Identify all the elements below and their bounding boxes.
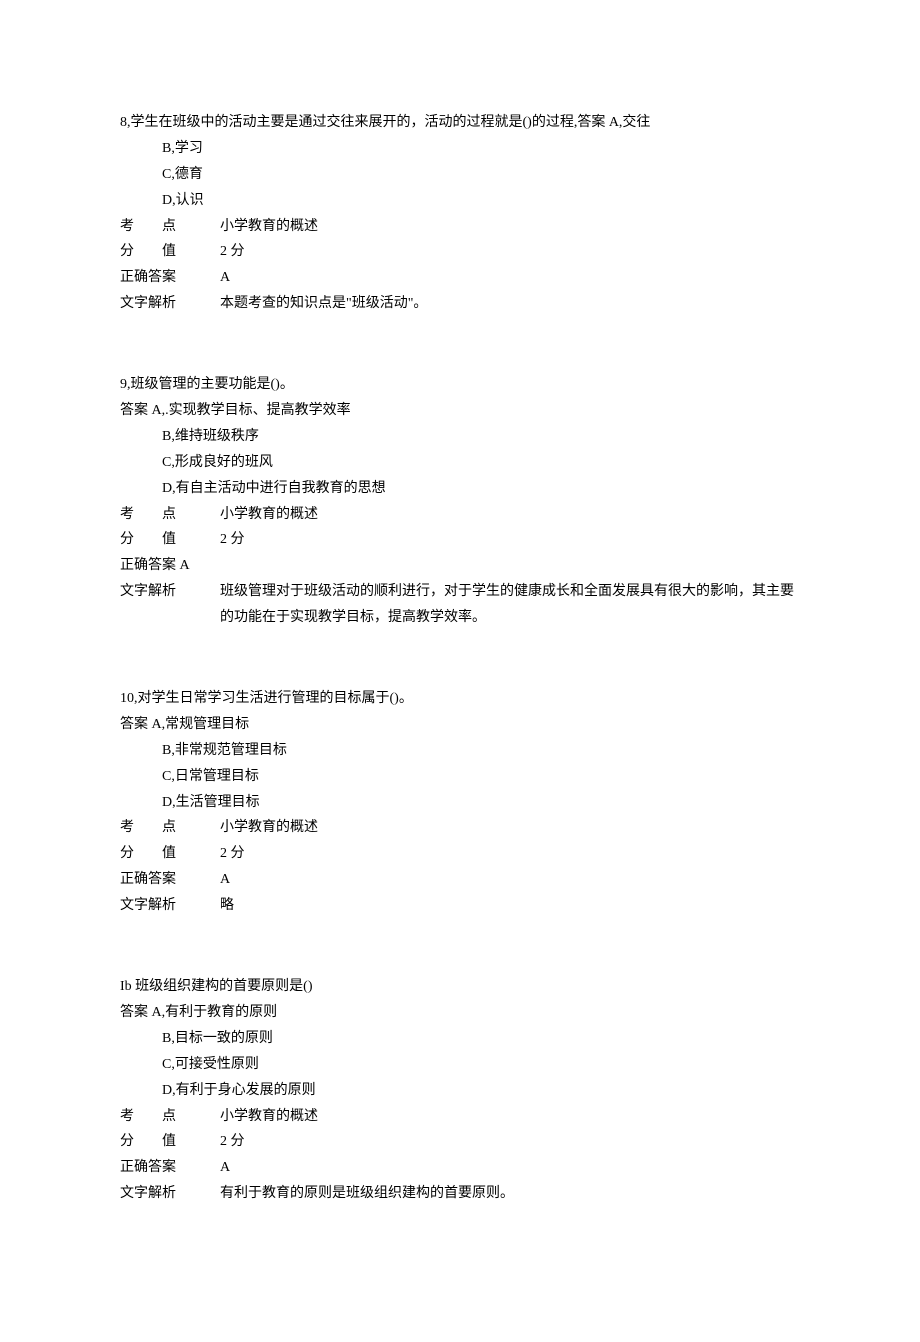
kaodian-row: 考 点 小学教育的概述 xyxy=(120,502,800,528)
option-a: 答案 A,有利于教育的原则 xyxy=(120,1000,800,1026)
jiexi-row: 文字解析 略 xyxy=(120,893,800,919)
question-9: 9,班级管理的主要功能是()。 答案 A,.实现教学目标、提高教学效率 B,维持… xyxy=(120,372,800,631)
option-b: B,学习 xyxy=(120,136,800,162)
option-d: D,生活管理目标 xyxy=(120,790,800,816)
kaodian-value: 小学教育的概述 xyxy=(220,1104,800,1130)
jiexi-label: 文字解析 xyxy=(120,579,220,631)
question-10: 10,对学生日常学习生活进行管理的目标属于()。 答案 A,常规管理目标 B,非… xyxy=(120,686,800,919)
question-stem: 9,班级管理的主要功能是()。 xyxy=(120,372,800,398)
option-c: C,德育 xyxy=(120,162,800,188)
fenzhi-row: 分 值 2 分 xyxy=(120,1129,800,1155)
answer-value: A xyxy=(220,265,800,291)
q-num: 8 xyxy=(120,115,127,130)
q-stem: 对学生日常学习生活进行管理的目标属于()。 xyxy=(138,691,413,706)
answer-value: A xyxy=(220,867,800,893)
answer-value: A xyxy=(220,1155,800,1181)
kaodian-label: 考 点 xyxy=(120,1104,220,1130)
option-a: 答案 A,常规管理目标 xyxy=(120,712,800,738)
question-11: Ib 班级组织建构的首要原则是() 答案 A,有利于教育的原则 B,目标一致的原… xyxy=(120,974,800,1207)
q-num: 10 xyxy=(120,691,134,706)
fenzhi-row: 分 值 2 分 xyxy=(120,841,800,867)
fenzhi-row: 分 值 2 分 xyxy=(120,527,800,553)
q-stem: 班级组织建构的首要原则是() xyxy=(135,979,312,994)
q-stem: 班级管理的主要功能是()。 xyxy=(131,377,294,392)
fenzhi-label: 分 值 xyxy=(120,841,220,867)
kaodian-row: 考 点 小学教育的概述 xyxy=(120,1104,800,1130)
jiexi-row: 文字解析 班级管理对于班级活动的顺利进行，对于学生的健康成长和全面发展具有很大的… xyxy=(120,579,800,631)
jiexi-label: 文字解析 xyxy=(120,893,220,919)
kaodian-value: 小学教育的概述 xyxy=(220,502,800,528)
jiexi-value: 有利于教育的原则是班级组织建构的首要原则。 xyxy=(220,1181,800,1207)
answer-row: 正确答案 A xyxy=(120,553,800,579)
option-a: 答案 A,.实现教学目标、提高教学效率 xyxy=(120,398,800,424)
answer-label: 正确答案 xyxy=(120,867,220,893)
answer-row: 正确答案 A xyxy=(120,1155,800,1181)
kaodian-label: 考 点 xyxy=(120,214,220,240)
q-num: Ib xyxy=(120,979,132,994)
kaodian-row: 考 点 小学教育的概述 xyxy=(120,815,800,841)
fenzhi-label: 分 值 xyxy=(120,1129,220,1155)
fenzhi-label: 分 值 xyxy=(120,239,220,265)
kaodian-value: 小学教育的概述 xyxy=(220,214,800,240)
option-c: C,日常管理目标 xyxy=(120,764,800,790)
fenzhi-value: 2 分 xyxy=(220,527,800,553)
kaodian-label: 考 点 xyxy=(120,815,220,841)
kaodian-label: 考 点 xyxy=(120,502,220,528)
option-c: C,可接受性原则 xyxy=(120,1052,800,1078)
jiexi-row: 文字解析 有利于教育的原则是班级组织建构的首要原则。 xyxy=(120,1181,800,1207)
kaodian-value: 小学教育的概述 xyxy=(220,815,800,841)
jiexi-value: 班级管理对于班级活动的顺利进行，对于学生的健康成长和全面发展具有很大的影响，其主… xyxy=(220,579,800,631)
jiexi-label: 文字解析 xyxy=(120,1181,220,1207)
fenzhi-label: 分 值 xyxy=(120,527,220,553)
option-d: D,认识 xyxy=(120,188,800,214)
question-stem: Ib 班级组织建构的首要原则是() xyxy=(120,974,800,1000)
option-c: C,形成良好的班风 xyxy=(120,450,800,476)
answer-row: 正确答案 A xyxy=(120,265,800,291)
q-stem: 学生在班级中的活动主要是通过交往来展开的，活动的过程就是()的过程,答案 A,交… xyxy=(131,115,651,130)
answer-label: 正确答案 xyxy=(120,265,220,291)
answer-row: 正确答案 A xyxy=(120,867,800,893)
kaodian-row: 考 点 小学教育的概述 xyxy=(120,214,800,240)
document-page: 8,学生在班级中的活动主要是通过交往来展开的，活动的过程就是()的过程,答案 A… xyxy=(0,0,920,1342)
jiexi-label: 文字解析 xyxy=(120,291,220,317)
answer-label: 正确答案 xyxy=(120,1155,220,1181)
jiexi-value: 略 xyxy=(220,893,800,919)
option-d: D,有利于身心发展的原则 xyxy=(120,1078,800,1104)
option-b: B,目标一致的原则 xyxy=(120,1026,800,1052)
q-num: 9 xyxy=(120,377,127,392)
question-stem: 8,学生在班级中的活动主要是通过交往来展开的，活动的过程就是()的过程,答案 A… xyxy=(120,110,800,136)
option-d: D,有自主活动中进行自我教育的思想 xyxy=(120,476,800,502)
question-stem: 10,对学生日常学习生活进行管理的目标属于()。 xyxy=(120,686,800,712)
fenzhi-value: 2 分 xyxy=(220,239,800,265)
option-b: B,非常规范管理目标 xyxy=(120,738,800,764)
fenzhi-value: 2 分 xyxy=(220,1129,800,1155)
fenzhi-row: 分 值 2 分 xyxy=(120,239,800,265)
jiexi-row: 文字解析 本题考查的知识点是"班级活动"。 xyxy=(120,291,800,317)
fenzhi-value: 2 分 xyxy=(220,841,800,867)
question-8: 8,学生在班级中的活动主要是通过交往来展开的，活动的过程就是()的过程,答案 A… xyxy=(120,110,800,317)
jiexi-value: 本题考查的知识点是"班级活动"。 xyxy=(220,291,800,317)
option-b: B,维持班级秩序 xyxy=(120,424,800,450)
